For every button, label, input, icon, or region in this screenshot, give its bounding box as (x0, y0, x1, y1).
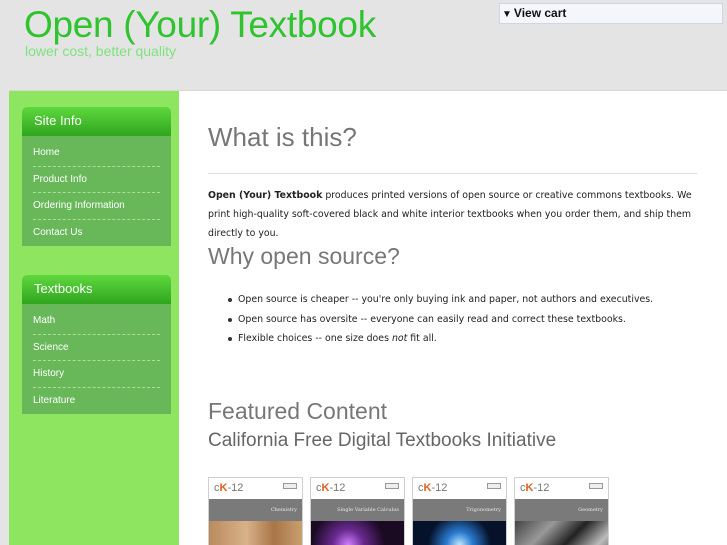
reasons-list: Open source is cheaper -- you're only bu… (228, 294, 706, 353)
list-item: Open source is cheaper -- you're only bu… (228, 294, 706, 314)
bullet-text: fit all. (407, 333, 437, 344)
sidebar: Site Info Home Product Info Ordering Inf… (9, 91, 179, 545)
book-cover-calculus[interactable]: cK-12 Single Variable Calculus (310, 477, 405, 545)
sidebar-item-literature[interactable]: Literature (33, 388, 160, 415)
book-cover-geometry[interactable]: cK-12 Geometry (514, 477, 609, 545)
sidebar-item-home[interactable]: Home (33, 140, 160, 167)
page-container: Site Info Home Product Info Ordering Inf… (9, 90, 727, 545)
site-title[interactable]: Open (Your) Textbook (24, 4, 376, 46)
ck12-logo: cK-12 (214, 482, 244, 494)
sidebar-item-science[interactable]: Science (33, 335, 160, 362)
cover-title: Trigonometry (413, 499, 506, 521)
featured-subtitle: California Free Digital Textbooks Initia… (208, 430, 557, 451)
sidebar-item-ordering-information[interactable]: Ordering Information (33, 193, 160, 220)
publisher-tag-icon (589, 483, 603, 489)
sidebar-item-contact-us[interactable]: Contact Us (33, 220, 160, 247)
what-is-this-heading: What is this? (208, 122, 357, 152)
publisher-tag-icon (283, 483, 297, 489)
cover-image (209, 521, 302, 545)
cover-title: Chemistry (209, 499, 302, 521)
intro-paragraph: Open (Your) Textbook produces printed ve… (208, 186, 700, 243)
featured-content-heading: Featured Content (208, 398, 388, 424)
why-open-source-heading: Why open source? (208, 243, 400, 269)
book-cover-trigonometry[interactable]: cK-12 Trigonometry (412, 477, 507, 545)
view-cart-toggle[interactable]: ▼ View cart (499, 3, 723, 24)
sidebar-item-math[interactable]: Math (33, 308, 160, 335)
bullet-emphasis: not (391, 333, 408, 344)
list-item: Open source has oversite -- everyone can… (228, 314, 706, 334)
ck12-logo: cK-12 (418, 482, 448, 494)
sidebar-item-product-info[interactable]: Product Info (33, 167, 160, 194)
publisher-tag-icon (385, 483, 399, 489)
bullet-text: Flexible choices -- one size does (238, 333, 392, 344)
divider (208, 173, 697, 174)
textbooks-box: Textbooks Math Science History Literatur… (22, 275, 171, 415)
cover-image (515, 521, 608, 545)
site-info-box: Site Info Home Product Info Ordering Inf… (22, 107, 171, 247)
site-info-menu: Home Product Info Ordering Information C… (22, 136, 171, 247)
textbooks-menu: Math Science History Literature (22, 304, 171, 415)
view-cart-label: View cart (513, 6, 567, 20)
cover-image (311, 521, 404, 545)
intro-brand-name: Open (Your) Textbook (208, 190, 323, 201)
cover-title: Single Variable Calculus (311, 499, 404, 521)
cover-title: Geometry (515, 499, 608, 521)
site-info-heading: Site Info (22, 107, 171, 136)
site-tagline: lower cost, better quality (25, 43, 176, 59)
ck12-logo: cK-12 (520, 482, 550, 494)
list-item: Flexible choices -- one size does not fi… (228, 333, 706, 353)
book-cover-chemistry[interactable]: cK-12 Chemistry (208, 477, 303, 545)
cover-image (413, 521, 506, 545)
publisher-tag-icon (487, 483, 501, 489)
sidebar-item-history[interactable]: History (33, 361, 160, 388)
triangle-down-icon: ▼ (502, 9, 512, 20)
ck12-logo: cK-12 (316, 482, 346, 494)
textbooks-heading: Textbooks (22, 275, 171, 304)
